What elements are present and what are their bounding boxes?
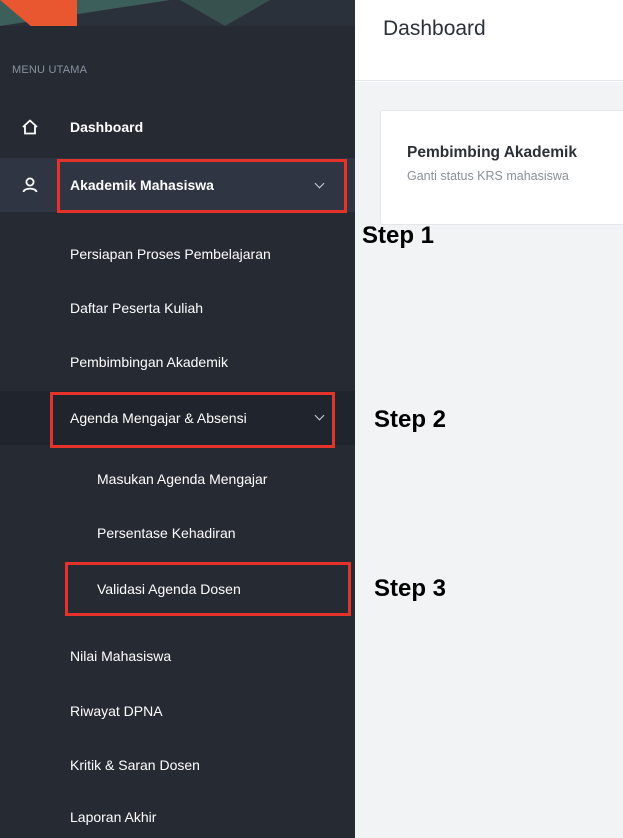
sidebar-item-dashboard[interactable]: Dashboard (0, 100, 355, 154)
sidebar-banner (0, 0, 355, 26)
menu-heading: MENU UTAMA (12, 64, 88, 76)
banner-shape-middle (180, 0, 270, 26)
sidebar-item-label: Persiapan Proses Pembelajaran (70, 246, 271, 262)
step3-highlight-box (65, 562, 351, 616)
home-icon (20, 117, 40, 137)
sidebar-item-label: Daftar Peserta Kuliah (70, 300, 204, 316)
step1-highlight-box (57, 159, 347, 213)
sidebar-item-label: Kritik & Saran Dosen (70, 757, 200, 773)
sidebar-item-persentase-kehadiran[interactable]: Persentase Kehadiran (0, 506, 355, 560)
sidebar-item-kritik-saran-dosen[interactable]: Kritik & Saran Dosen (0, 738, 355, 792)
sidebar-item-label: Nilai Mahasiswa (70, 648, 172, 664)
step1-label: Step 1 (362, 222, 435, 249)
pembimbing-akademik-card[interactable]: Pembimbing Akademik Ganti status KRS mah… (380, 110, 623, 225)
sidebar-item-pembimbingan-akademik[interactable]: Pembimbingan Akademik (0, 335, 355, 389)
sidebar-item-label: Laporan Akhir (70, 809, 157, 825)
step2-label: Step 2 (374, 406, 447, 433)
step2-highlight-box (50, 392, 335, 448)
main-content: Pembimbing Akademik Ganti status KRS mah… (355, 82, 623, 838)
sidebar-item-masukan-agenda-mengajar[interactable]: Masukan Agenda Mengajar (0, 452, 355, 506)
step3-label: Step 3 (374, 575, 447, 602)
user-icon (20, 175, 40, 195)
sidebar-item-riwayat-dpna[interactable]: Riwayat DPNA (0, 684, 355, 738)
page-title: Dashboard (383, 17, 486, 40)
card-subtitle: Ganti status KRS mahasiswa (407, 169, 569, 183)
sidebar-item-persiapan-proses-pembelajaran[interactable]: Persiapan Proses Pembelajaran (0, 227, 355, 281)
sidebar-item-daftar-peserta-kuliah[interactable]: Daftar Peserta Kuliah (0, 281, 355, 335)
sidebar-item-label: Riwayat DPNA (70, 703, 163, 719)
card-title: Pembimbing Akademik (407, 144, 577, 161)
sidebar-item-label: Pembimbingan Akademik (70, 354, 228, 370)
sidebar-item-laporan-akhir[interactable]: Laporan Akhir (0, 790, 355, 838)
sidebar-item-nilai-mahasiswa[interactable]: Nilai Mahasiswa (0, 629, 355, 683)
sidebar-item-label: Persentase Kehadiran (97, 525, 236, 541)
sidebar-item-label: Masukan Agenda Mengajar (97, 471, 268, 487)
sidebar-item-label: Dashboard (70, 119, 144, 135)
header: Dashboard (355, 0, 623, 81)
